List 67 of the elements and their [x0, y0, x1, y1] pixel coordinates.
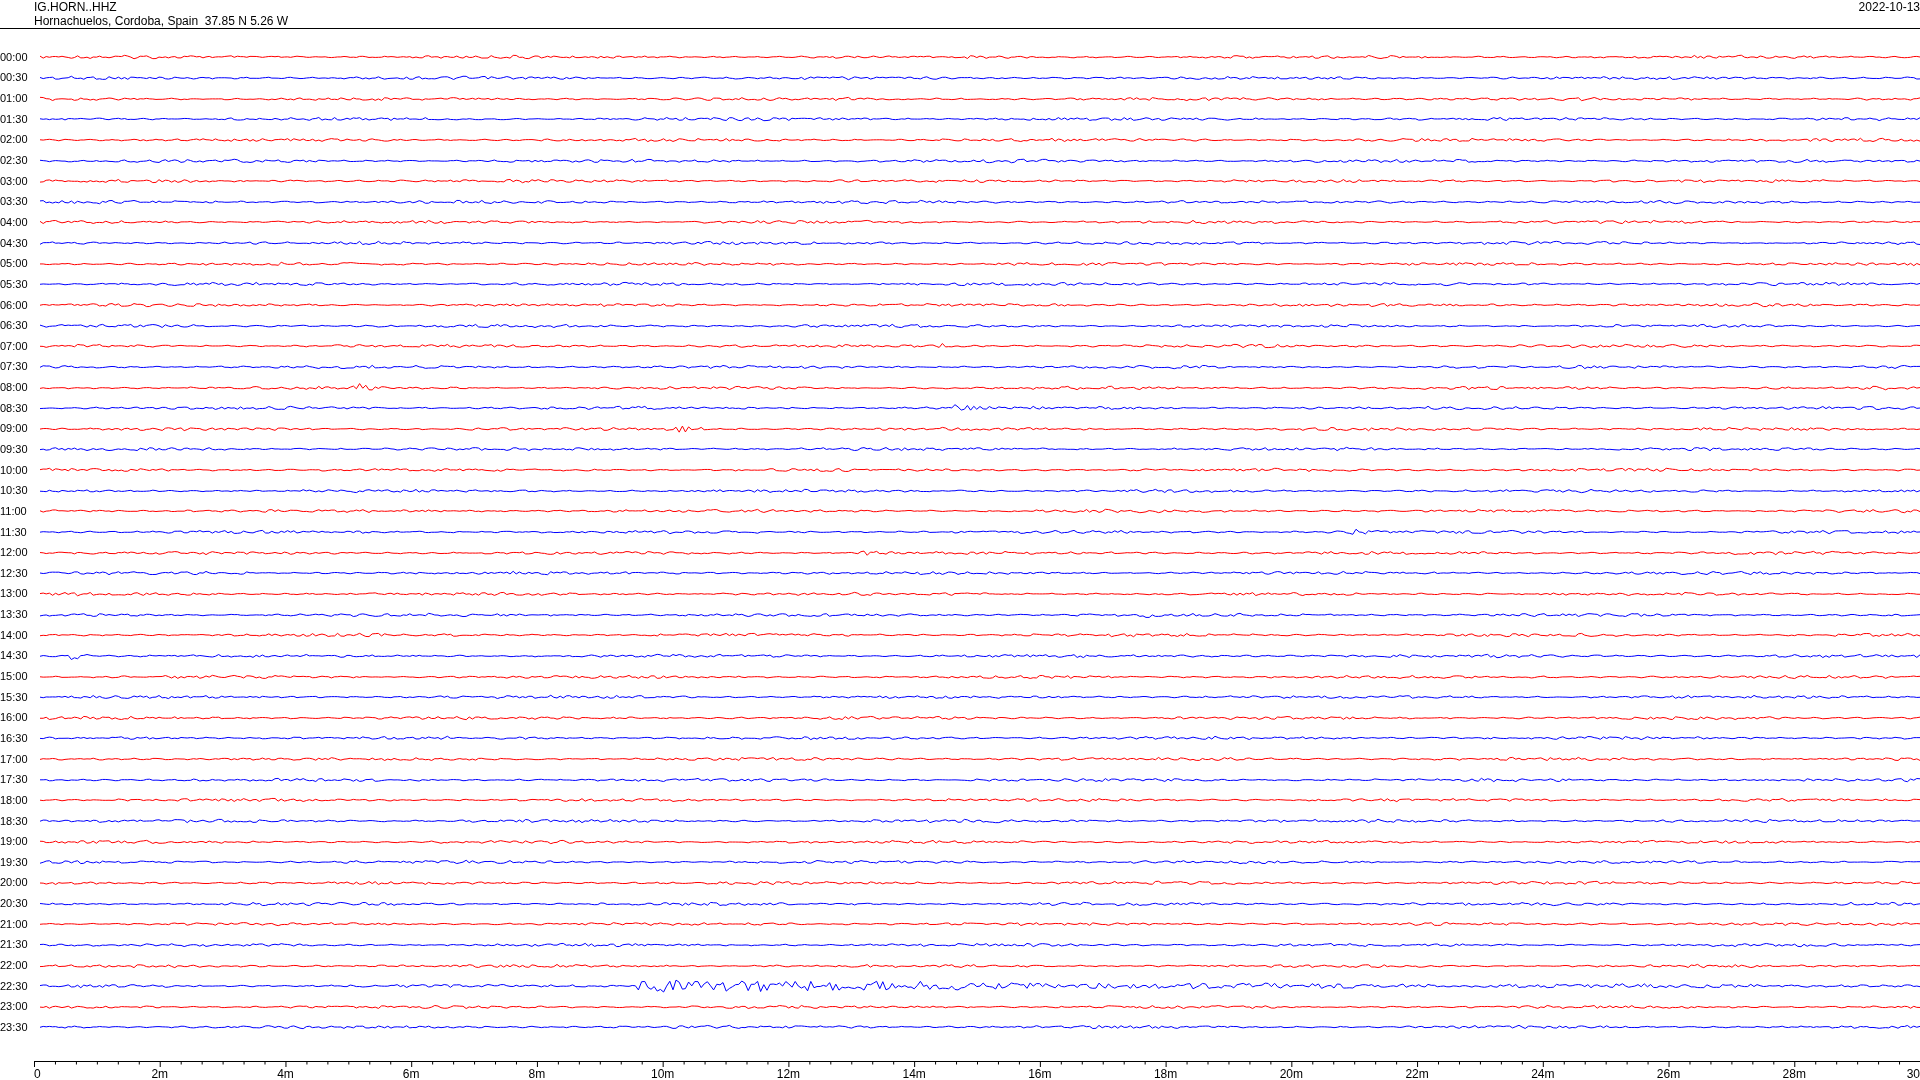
time-label: 12:30	[0, 566, 29, 580]
axis-label: 18m	[1153, 1066, 1178, 1080]
axis-label: 14m	[902, 1066, 926, 1080]
time-label: 02:00	[0, 133, 29, 147]
time-label: 02:30	[0, 154, 29, 167]
axis-label: 8m	[528, 1066, 546, 1080]
time-label: 13:00	[0, 587, 29, 601]
time-label: 13:30	[0, 608, 29, 622]
time-label: 01:30	[0, 112, 29, 126]
time-label: 19:00	[0, 835, 29, 849]
station-code: IG.HORN..HHZ	[34, 0, 117, 14]
time-label: 20:00	[0, 876, 29, 890]
time-label: 23:00	[0, 1000, 29, 1014]
axis-label: 6m	[402, 1066, 420, 1080]
time-label: 17:30	[0, 773, 29, 787]
time-label: 00:00	[0, 50, 29, 64]
time-label: 17:00	[0, 752, 29, 766]
time-label: 12:00	[0, 546, 29, 560]
time-label: 20:30	[0, 897, 29, 911]
axis-label: 12m	[776, 1066, 801, 1080]
time-label: 18:00	[0, 793, 29, 807]
time-label: 10:30	[0, 484, 29, 498]
time-label: 09:00	[0, 422, 29, 436]
axis-label: 16m	[1028, 1066, 1052, 1080]
time-label: 01:00	[0, 92, 29, 106]
time-label: 21:30	[0, 938, 29, 952]
time-label: 19:30	[0, 855, 29, 869]
time-label: 07:30	[0, 360, 29, 374]
plot-date: 2022-10-13	[1858, 0, 1920, 14]
time-label: 04:30	[0, 236, 29, 250]
time-label: 00:30	[0, 71, 29, 85]
time-label: 06:30	[0, 319, 29, 333]
axis-label: 2m	[151, 1066, 169, 1080]
time-label: 03:00	[0, 174, 29, 188]
axis-label: 24m	[1531, 1066, 1555, 1080]
time-label: 07:00	[0, 339, 29, 353]
time-label: 11:00	[0, 504, 28, 518]
axis-label: 10m	[651, 1066, 675, 1080]
time-label: 08:00	[0, 381, 29, 395]
time-label: 23:30	[0, 1020, 29, 1034]
axis-label: 28m	[1782, 1066, 1806, 1080]
axis-label: 20m	[1279, 1066, 1303, 1080]
station-location: Hornachuelos, Cordoba, Spain 37.85 N 5.26 W	[34, 14, 289, 28]
time-label: 11:30	[0, 525, 28, 539]
axis-label: 4m	[277, 1066, 294, 1080]
time-label: 15:00	[0, 670, 29, 684]
time-label: 04:00	[0, 215, 29, 229]
time-label: 10:00	[0, 463, 29, 477]
time-label: 05:30	[0, 277, 29, 291]
time-label: 21:00	[0, 917, 29, 931]
axis-label: 22m	[1405, 1066, 1429, 1080]
time-label: 09:30	[0, 443, 29, 456]
time-label: 14:00	[0, 628, 29, 642]
time-label: 06:00	[0, 298, 29, 312]
time-label: 16:30	[0, 731, 29, 745]
axis-label: 0	[34, 1066, 41, 1080]
time-label: 03:30	[0, 195, 29, 209]
time-label: 14:30	[0, 649, 29, 663]
time-label: 16:00	[0, 711, 29, 725]
axis-label: 26m	[1656, 1066, 1681, 1080]
time-label: 05:00	[0, 257, 29, 271]
time-label: 08:30	[0, 401, 29, 415]
time-label: 22:30	[0, 979, 29, 993]
time-label: 22:00	[0, 959, 29, 972]
time-label: 15:30	[0, 690, 29, 704]
time-label: 18:30	[0, 814, 29, 828]
axis-label: 30	[1906, 1066, 1920, 1080]
